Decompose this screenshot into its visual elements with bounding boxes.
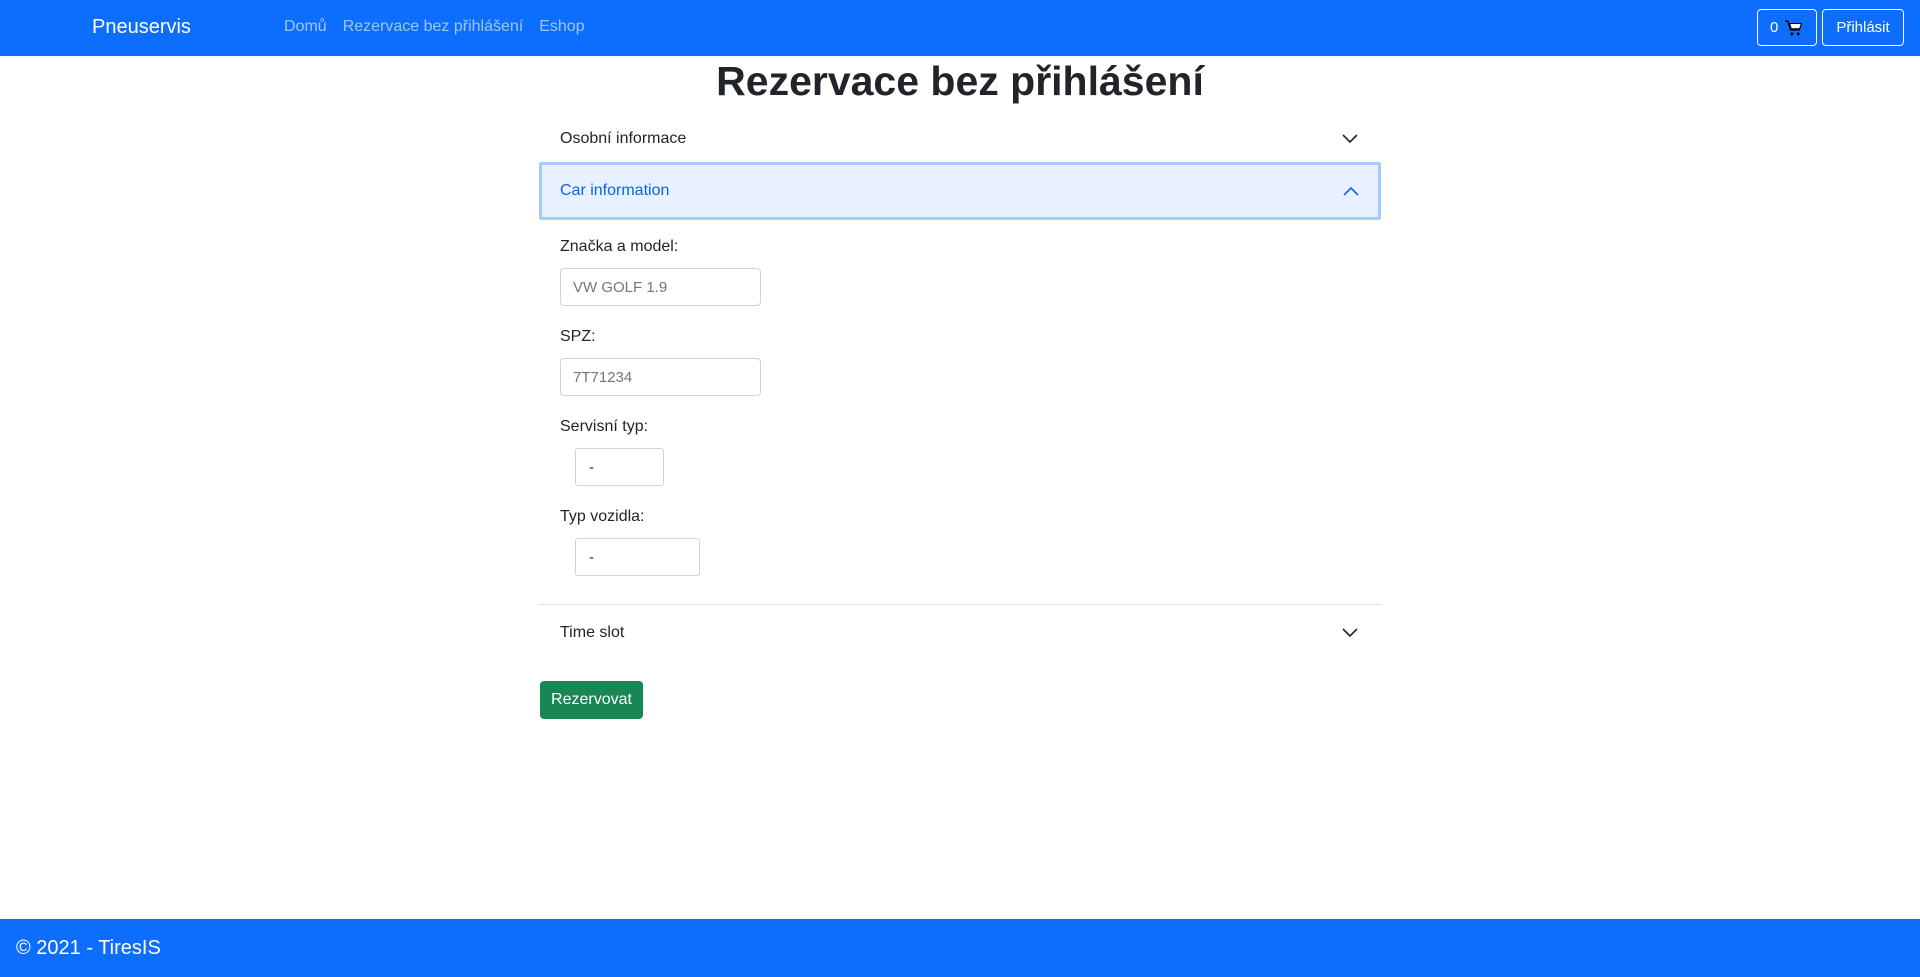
page-title: Rezervace bez přihlášení: [716, 58, 1204, 104]
nav-link-home[interactable]: Domů: [284, 18, 327, 36]
chevron-down-icon: [1342, 628, 1358, 638]
plate-label: SPZ:: [560, 328, 596, 345]
car-info-panel: Značka a model: SPZ: Servisní typ: - Typ…: [539, 220, 1381, 605]
accordion-time-slot-label: Time slot: [560, 624, 625, 641]
top-navbar: Pneuservis Domů Rezervace bez přihlášení…: [0, 0, 1920, 56]
chevron-down-icon: [1342, 134, 1358, 144]
service-type-select[interactable]: -: [575, 448, 664, 486]
nav-links: Domů Rezervace bez přihlášení Eshop: [284, 18, 585, 36]
nav-actions: 0 Přihlásit: [1757, 9, 1904, 46]
reserve-button[interactable]: Rezervovat: [540, 681, 643, 719]
brand-model-label: Značka a model:: [560, 238, 679, 255]
vehicle-type-select[interactable]: -: [575, 538, 700, 576]
footer-text: © 2021 - TiresIS: [16, 936, 161, 959]
vehicle-type-label: Typ vozidla:: [560, 508, 645, 525]
chevron-up-icon: [1343, 186, 1359, 196]
service-type-value: -: [589, 458, 594, 476]
brand-link[interactable]: Pneuservis: [92, 16, 191, 39]
brand-model-group: Značka a model:: [560, 238, 1360, 306]
accordion-car-info[interactable]: Car information: [539, 162, 1381, 220]
accordion-personal-info[interactable]: Osobní informace: [539, 116, 1381, 162]
plate-group: SPZ:: [560, 328, 1360, 396]
service-type-label: Servisní typ:: [560, 418, 649, 435]
accordion-time-slot[interactable]: Time slot: [539, 605, 1381, 661]
cart-count: 0: [1770, 19, 1779, 36]
vehicle-type-group: Typ vozidla: -: [560, 508, 1360, 576]
footer: © 2021 - TiresIS: [0, 919, 1920, 977]
cart-icon: [1785, 19, 1803, 35]
service-type-group: Servisní typ: -: [560, 418, 1360, 486]
login-button[interactable]: Přihlásit: [1822, 9, 1904, 46]
brand-model-input[interactable]: [560, 268, 761, 306]
accordion-personal-info-label: Osobní informace: [560, 130, 687, 147]
plate-input[interactable]: [560, 358, 761, 396]
reservation-accordion: Osobní informace Car information Značka …: [539, 116, 1381, 661]
accordion-car-info-label: Car information: [560, 182, 670, 199]
vehicle-type-value: -: [589, 548, 594, 566]
nav-link-eshop[interactable]: Eshop: [539, 18, 584, 36]
cart-button[interactable]: 0: [1757, 9, 1817, 46]
nav-link-reservation[interactable]: Rezervace bez přihlášení: [343, 18, 524, 36]
